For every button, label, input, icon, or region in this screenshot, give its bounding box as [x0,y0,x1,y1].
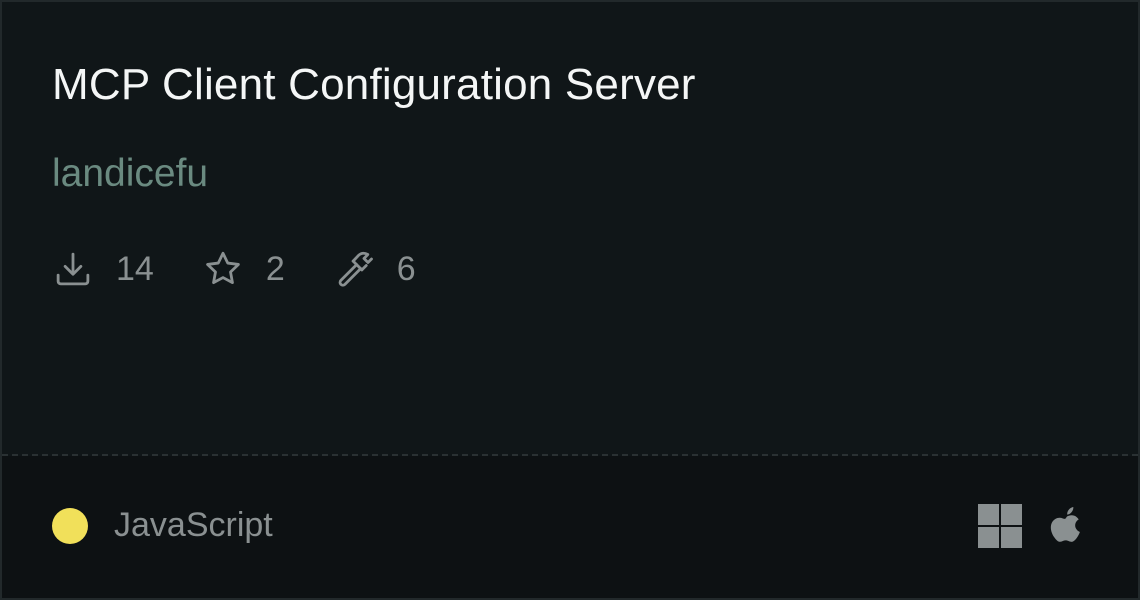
windows-icon [978,504,1022,548]
stars-count: 2 [265,249,285,288]
stats-row: 14 2 6 [52,246,464,292]
apple-icon [1048,504,1086,548]
tools-count: 6 [396,249,416,288]
language-name: JavaScript [114,506,273,544]
tools-stat: 6 [333,248,416,290]
stars-stat: 2 [202,248,285,290]
platform-icons [978,504,1086,548]
downloads-stat: 14 [52,248,154,290]
server-title[interactable]: MCP Client Configuration Server [52,60,696,110]
server-card[interactable]: MCP Client Configuration Server landicef… [0,0,1140,600]
download-icon [52,248,94,290]
author-name[interactable]: landicefu [52,152,208,196]
language-color-dot [52,507,88,544]
card-header-section: MCP Client Configuration Server landicef… [2,2,1138,454]
language-indicator: JavaScript [52,506,273,545]
card-footer: JavaScript [2,456,1138,598]
hammer-icon [333,248,375,290]
star-icon[interactable] [202,248,244,290]
downloads-count: 14 [116,249,154,288]
